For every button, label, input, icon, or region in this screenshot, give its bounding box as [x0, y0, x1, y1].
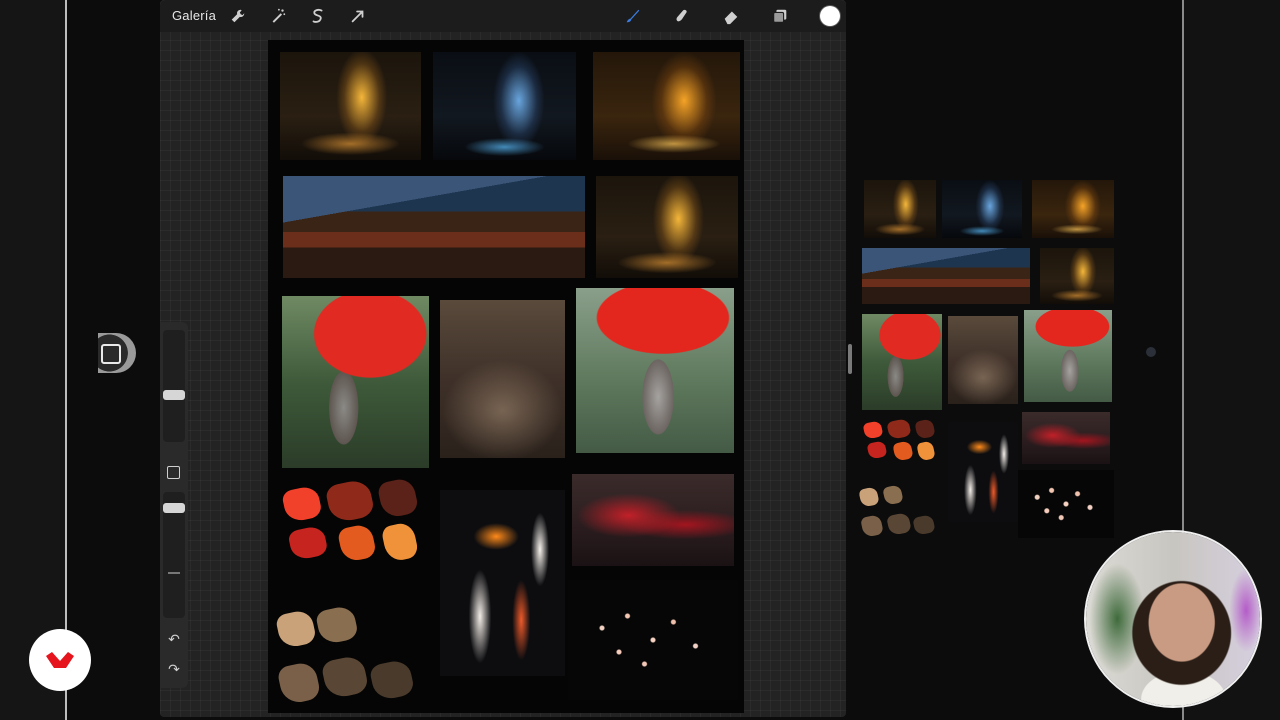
- undo-icon[interactable]: ↶: [166, 631, 182, 647]
- reference-image-geisha-1: [282, 296, 429, 468]
- reference-image-amber-room: [593, 52, 740, 160]
- canvas-resize-handle[interactable]: [848, 344, 852, 374]
- wrench-icon[interactable]: [228, 6, 248, 26]
- thumb-gold-room: [864, 180, 936, 238]
- reference-image-temple-roof: [283, 176, 585, 278]
- thumb-palette-swatch: [886, 417, 912, 441]
- reference-image-blue-room: [433, 52, 576, 160]
- reference-image-koi: [440, 490, 565, 676]
- gallery-button[interactable]: Galería: [172, 8, 216, 23]
- palette-swatch: [281, 484, 323, 524]
- thumb-red-fabric: [1022, 412, 1110, 464]
- reference-panel-handle[interactable]: [1146, 347, 1156, 357]
- canvas[interactable]: [268, 40, 744, 713]
- brush-size-slider[interactable]: [163, 330, 185, 442]
- thumb-blue-room: [942, 180, 1022, 238]
- thumb-palette-swatch: [860, 514, 884, 538]
- opacity-thumb[interactable]: [163, 503, 185, 513]
- color-swatch[interactable]: [820, 6, 840, 26]
- layers-icon[interactable]: [770, 6, 790, 26]
- thumb-palette-swatch: [892, 440, 914, 462]
- palette-swatch: [314, 604, 360, 646]
- smudge-icon[interactable]: [672, 6, 692, 26]
- thumb-palette-swatch: [886, 511, 912, 537]
- palette-swatch: [320, 654, 370, 700]
- palette-swatch: [287, 524, 329, 562]
- thumb-geisha-2: [1024, 310, 1112, 402]
- thumb-amber-room: [1032, 180, 1114, 238]
- top-toolbar: [160, 0, 846, 32]
- thumb-palette-swatch: [912, 514, 936, 536]
- thumb-temple-mist: [948, 316, 1018, 404]
- thumb-spotlight-room: [1040, 248, 1114, 304]
- magic-wand-icon[interactable]: [268, 6, 288, 26]
- palette-swatch: [376, 476, 420, 520]
- reference-image-red-fabric: [572, 474, 734, 566]
- reference-image-fish-school: [568, 580, 738, 700]
- home-square-icon: [101, 344, 121, 364]
- device-bezel-left: [0, 0, 66, 720]
- selection-icon[interactable]: [308, 6, 328, 26]
- reference-image-gold-room: [280, 52, 421, 160]
- transform-arrow-icon[interactable]: [348, 6, 368, 26]
- palette-swatch: [336, 522, 378, 564]
- thumb-palette-swatch: [882, 484, 904, 506]
- brand-logo-icon: [46, 652, 74, 668]
- brush-icon[interactable]: [623, 6, 643, 26]
- reference-panel: [858, 176, 1116, 540]
- palette-swatch: [324, 477, 376, 525]
- reference-image-temple-mist: [440, 300, 565, 458]
- thumb-temple-roof: [862, 248, 1030, 304]
- thumb-palette-swatch: [866, 440, 888, 460]
- palette-swatch: [380, 521, 420, 563]
- thumb-palette-swatch: [858, 486, 880, 508]
- redo-icon[interactable]: ↷: [166, 661, 182, 677]
- thumb-koi: [948, 422, 1018, 522]
- webcam-overlay: [1086, 532, 1260, 706]
- brush-size-thumb[interactable]: [163, 390, 185, 400]
- thumb-palette-swatch: [916, 440, 936, 462]
- reference-image-geisha-2: [576, 288, 734, 453]
- reference-image-spotlight-room: [596, 176, 738, 278]
- thumb-geisha-1: [862, 314, 942, 410]
- modify-button[interactable]: [167, 466, 180, 479]
- palette-swatch: [368, 658, 416, 702]
- slider-divider: [168, 572, 180, 574]
- eraser-icon[interactable]: [721, 6, 741, 26]
- palette-swatch: [276, 660, 322, 706]
- thumb-palette-swatch: [862, 420, 884, 440]
- palette-swatch: [274, 608, 318, 650]
- thumb-palette-swatch: [914, 418, 936, 440]
- bezel-edge-left: [65, 0, 67, 720]
- thumb-fish-school: [1018, 470, 1114, 538]
